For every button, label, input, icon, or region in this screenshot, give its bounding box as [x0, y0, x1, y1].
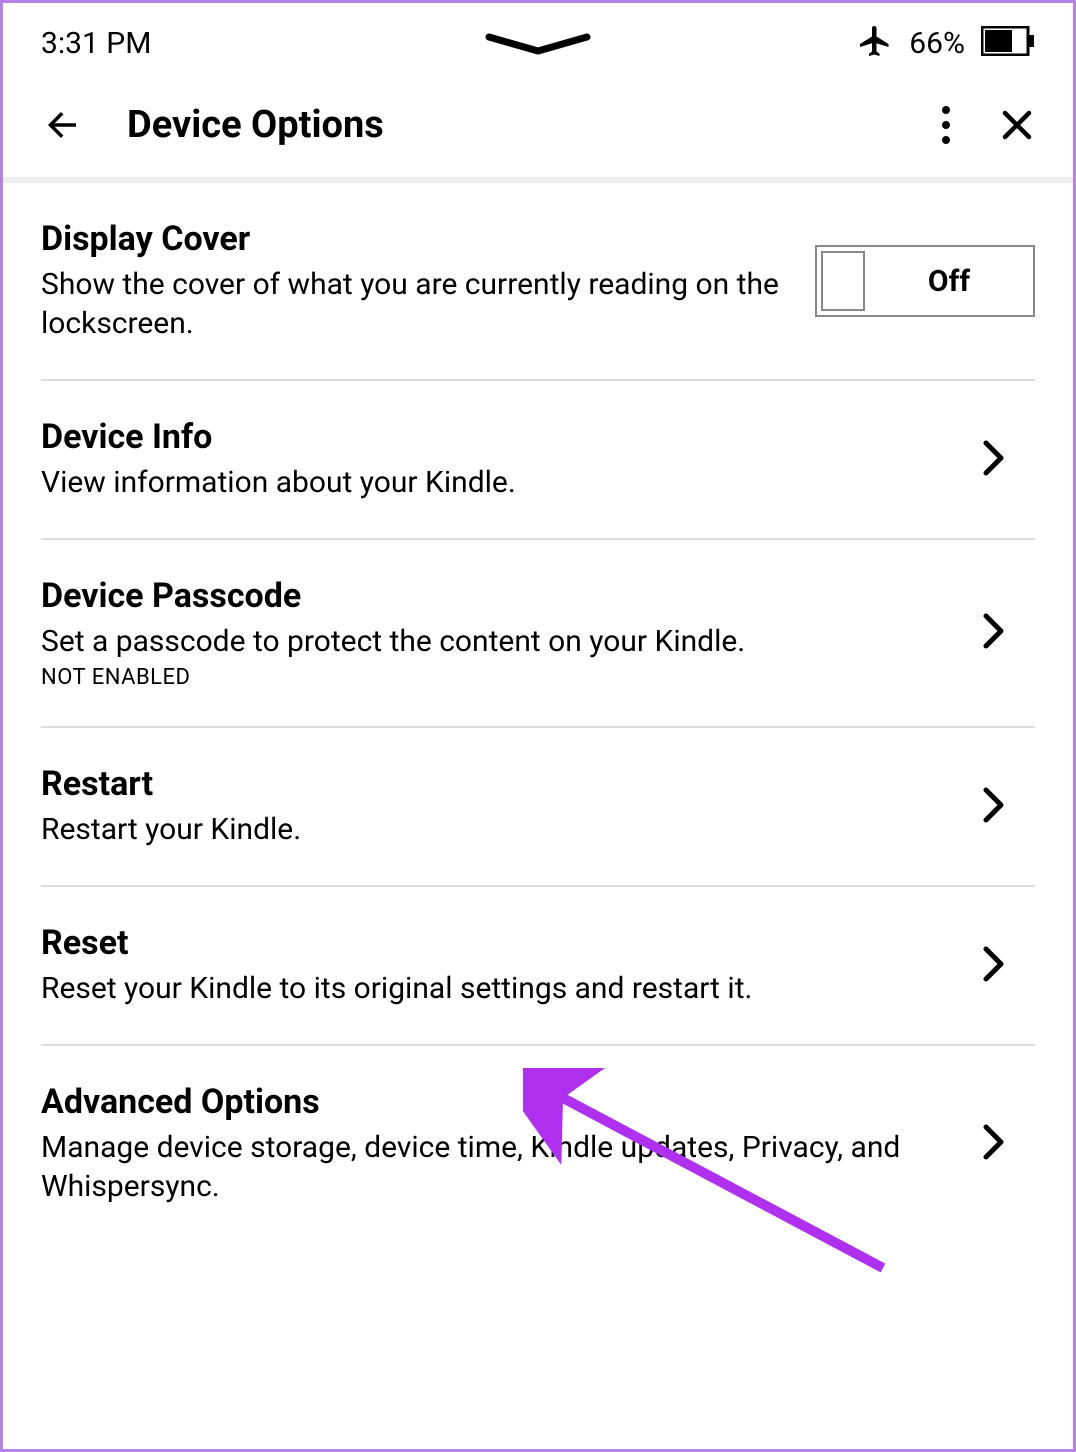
setting-restart[interactable]: Restart Restart your Kindle. [41, 728, 1035, 887]
airplane-mode-icon [857, 23, 893, 63]
display-cover-toggle[interactable]: Off [815, 245, 1035, 317]
page-title: Device Options [127, 103, 897, 147]
chevron-right-icon [983, 946, 1035, 986]
more-options-button[interactable] [941, 105, 951, 145]
setting-desc: Manage device storage, device time, Kind… [41, 1128, 963, 1206]
setting-title: Reset [41, 923, 963, 963]
header-bar: Device Options [3, 73, 1073, 183]
setting-desc: Reset your Kindle to its original settin… [41, 969, 963, 1008]
setting-device-info[interactable]: Device Info View information about your … [41, 381, 1035, 540]
toggle-knob [821, 251, 865, 311]
setting-device-passcode[interactable]: Device Passcode Set a passcode to protec… [41, 540, 1035, 728]
setting-title: Advanced Options [41, 1082, 963, 1122]
setting-title: Display Cover [41, 219, 795, 259]
toggle-label: Off [865, 264, 1033, 299]
chevron-right-icon [983, 613, 1035, 653]
status-time: 3:31 PM [41, 26, 151, 61]
arrow-left-icon [41, 104, 83, 146]
kebab-menu-icon [941, 105, 951, 145]
battery-percent: 66% [909, 26, 965, 61]
chevron-right-icon [983, 440, 1035, 480]
back-button[interactable] [41, 104, 83, 146]
setting-reset[interactable]: Reset Reset your Kindle to its original … [41, 887, 1035, 1046]
setting-desc: Set a passcode to protect the content on… [41, 622, 963, 661]
setting-title: Restart [41, 764, 963, 804]
settings-list: Display Cover Show the cover of what you… [3, 183, 1073, 1242]
setting-desc: Show the cover of what you are currently… [41, 265, 795, 343]
status-bar: 3:31 PM 66% [3, 3, 1073, 73]
setting-desc: Restart your Kindle. [41, 810, 963, 849]
setting-advanced-options[interactable]: Advanced Options Manage device storage, … [41, 1046, 1035, 1242]
setting-title: Device Passcode [41, 576, 963, 616]
setting-desc: View information about your Kindle. [41, 463, 963, 502]
pull-down-indicator-icon[interactable] [483, 33, 593, 61]
status-right: 66% [857, 23, 1035, 63]
chevron-right-icon [983, 787, 1035, 827]
close-button[interactable] [999, 107, 1035, 143]
close-icon [999, 107, 1035, 143]
setting-status: NOT ENABLED [41, 665, 963, 690]
chevron-right-icon [983, 1124, 1035, 1164]
setting-title: Device Info [41, 417, 963, 457]
battery-icon [981, 26, 1035, 60]
setting-display-cover[interactable]: Display Cover Show the cover of what you… [41, 183, 1035, 381]
